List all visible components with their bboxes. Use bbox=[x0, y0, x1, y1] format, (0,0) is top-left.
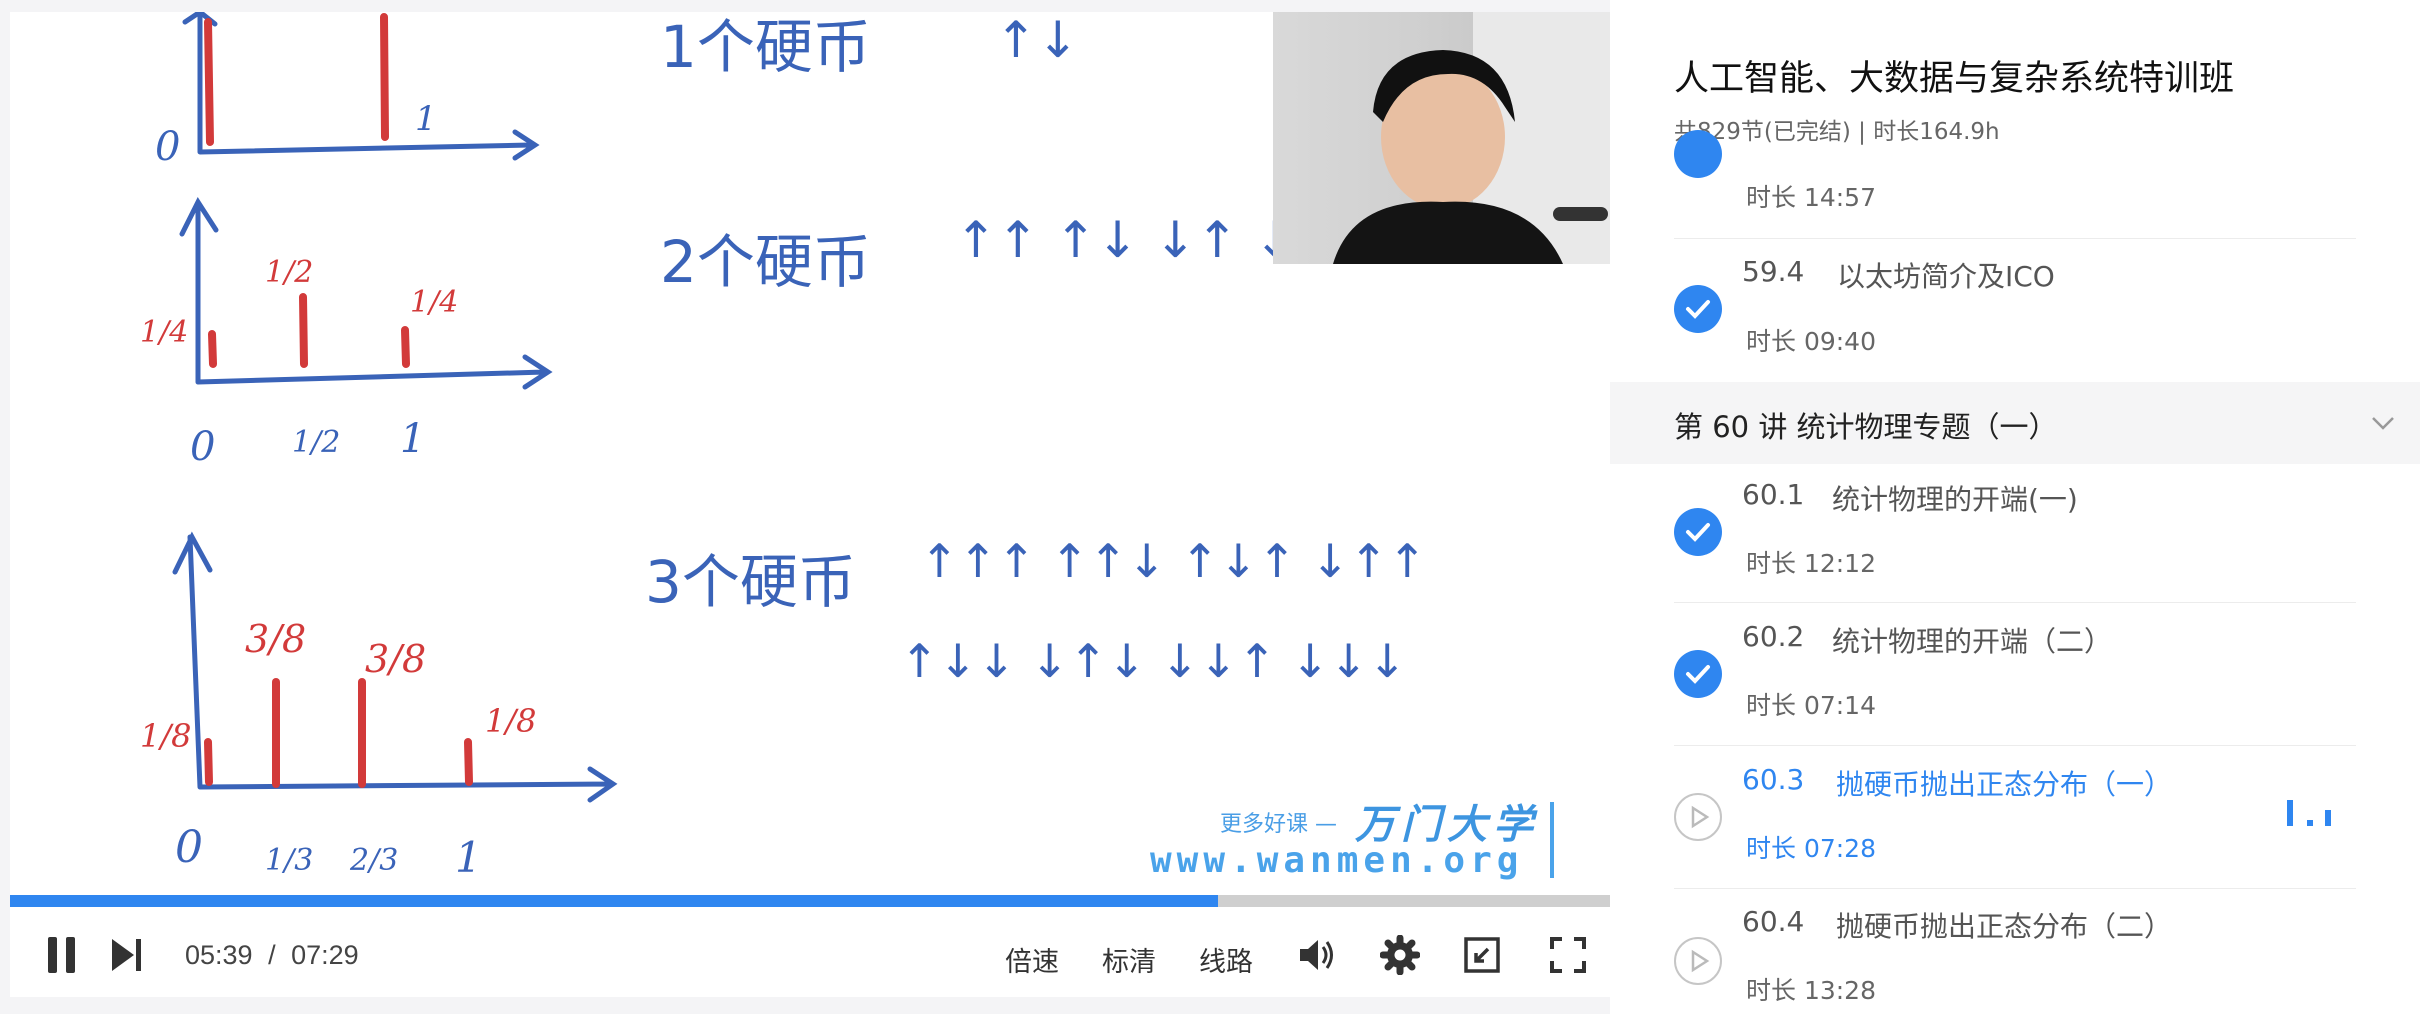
lesson-duration: 时长 12:12 bbox=[1746, 549, 1876, 578]
completed-check-icon bbox=[1674, 285, 1722, 333]
watermark-url: www.wanmen.org bbox=[1150, 840, 1524, 881]
lesson-number: 60.4 bbox=[1742, 905, 1805, 938]
lesson-title: 以太坊简介及ICO bbox=[1837, 260, 2055, 293]
lesson-number: 60.1 bbox=[1742, 478, 1805, 511]
svg-text:1: 1 bbox=[400, 416, 425, 462]
svg-text:1个硬币: 1个硬币 bbox=[660, 13, 871, 81]
section-title: 第 60 讲 统计物理专题（一） bbox=[1674, 410, 2058, 444]
lesson-title: 抛硬币抛出正态分布（二） bbox=[1836, 910, 2173, 943]
completed-check-icon bbox=[1674, 508, 1722, 556]
lesson-title: 统计物理的开端（二） bbox=[1832, 625, 2113, 658]
chevron-down-icon[interactable] bbox=[2368, 408, 2398, 438]
route-button[interactable]: 线路 bbox=[1199, 940, 1253, 979]
lesson-duration: 时长 14:57 bbox=[1746, 183, 1876, 212]
lesson-duration: 时长 07:28 bbox=[1746, 834, 1876, 863]
time-display: 05:39 / 07:29 bbox=[185, 940, 359, 971]
lesson-duration: 时长 13:28 bbox=[1746, 976, 1876, 1005]
svg-text:0: 0 bbox=[155, 124, 180, 170]
settings-gear-icon[interactable] bbox=[1380, 935, 1420, 975]
svg-text:3/8: 3/8 bbox=[365, 637, 426, 681]
lesson-number: 60.3 bbox=[1742, 763, 1805, 796]
progress-bar-fill bbox=[10, 895, 1218, 907]
presenter-silhouette bbox=[1333, 12, 1610, 264]
svg-text:1/8: 1/8 bbox=[485, 702, 537, 740]
divider bbox=[1674, 888, 2356, 889]
svg-text:1: 1 bbox=[455, 833, 482, 882]
lesson-number: 59.4 bbox=[1742, 255, 1805, 288]
svg-text:↑↑ ↑↓ ↓↑ ↓: ↑↑ ↑↓ ↓↑ ↓ bbox=[955, 211, 1296, 269]
svg-text:1: 1 bbox=[415, 99, 437, 139]
lesson-title: 抛硬币抛出正态分布（一） bbox=[1836, 768, 2173, 801]
svg-text:1/3: 1/3 bbox=[265, 843, 313, 878]
watermark-slogan: 更多好课 — bbox=[1220, 812, 1337, 837]
play-icon bbox=[1674, 937, 1722, 985]
completed-check-icon bbox=[1674, 130, 1722, 178]
svg-text:3/8: 3/8 bbox=[245, 617, 306, 661]
lesson-duration: 时长 09:40 bbox=[1746, 327, 1876, 356]
svg-text:1/8: 1/8 bbox=[140, 717, 192, 755]
lesson-duration: 时长 07:14 bbox=[1746, 691, 1876, 720]
progress-bar[interactable] bbox=[10, 895, 1610, 907]
svg-text:1/2: 1/2 bbox=[265, 255, 313, 290]
next-icon[interactable] bbox=[106, 935, 146, 975]
course-sidebar: 人工智能、大数据与复杂系统特训班 共829节(已完结) | 时长164.9h 时… bbox=[1610, 0, 2420, 1014]
svg-text:1/4: 1/4 bbox=[140, 315, 188, 350]
divider bbox=[1674, 238, 2356, 239]
svg-text:↑↑↑ ↑↑↓ ↑↓↑ ↓↑↑: ↑↑↑ ↑↑↓ ↑↓↑ ↓↑↑ bbox=[920, 534, 1426, 588]
svg-text:0: 0 bbox=[190, 424, 215, 470]
lesson-number: 60.2 bbox=[1742, 620, 1805, 653]
play-icon bbox=[1674, 793, 1722, 841]
video-player[interactable]: 0 1 0 1/2 1 0 1/3 2/3 1 1/4 1/2 1/4 1/8 … bbox=[10, 12, 1610, 997]
section-header[interactable]: 第 60 讲 统计物理专题（一） bbox=[1610, 382, 2420, 464]
svg-text:↑↓: ↑↓ bbox=[995, 12, 1079, 69]
svg-text:2个硬币: 2个硬币 bbox=[660, 228, 871, 296]
current-time: 05:39 bbox=[185, 940, 253, 970]
control-bar: 05:39 / 07:29 倍速 标清 线路 bbox=[10, 907, 1610, 997]
webcam-inset bbox=[1273, 12, 1610, 264]
svg-text:0: 0 bbox=[175, 822, 203, 873]
total-time: 07:29 bbox=[291, 940, 359, 970]
svg-text:3个硬币: 3个硬币 bbox=[645, 548, 856, 616]
time-separator: / bbox=[268, 940, 276, 970]
picture-in-picture-icon[interactable] bbox=[1462, 935, 1502, 975]
quality-button[interactable]: 标清 bbox=[1102, 940, 1156, 979]
completed-check-icon bbox=[1674, 650, 1722, 698]
course-meta: 共829节(已完结) | 时长164.9h bbox=[1674, 119, 2000, 145]
watermark-divider bbox=[1550, 802, 1554, 878]
lesson-title: 统计物理的开端(一) bbox=[1832, 483, 2078, 516]
divider bbox=[1674, 745, 2356, 746]
course-title: 人工智能、大数据与复杂系统特训班 bbox=[1674, 59, 2235, 99]
svg-text:2/3: 2/3 bbox=[349, 843, 398, 878]
fullscreen-icon[interactable] bbox=[1548, 935, 1588, 975]
svg-text:1/4: 1/4 bbox=[410, 285, 458, 320]
svg-text:↑↓↓ ↓↑↓ ↓↓↑ ↓↓↓: ↑↓↓ ↓↑↓ ↓↓↑ ↓↓↓ bbox=[900, 634, 1406, 688]
volume-icon[interactable] bbox=[1296, 935, 1336, 975]
divider bbox=[1674, 602, 2356, 603]
now-playing-equalizer-icon bbox=[2287, 800, 2331, 826]
speed-button[interactable]: 倍速 bbox=[1005, 940, 1059, 979]
pause-icon[interactable] bbox=[42, 935, 82, 975]
svg-text:1/2: 1/2 bbox=[292, 425, 340, 460]
